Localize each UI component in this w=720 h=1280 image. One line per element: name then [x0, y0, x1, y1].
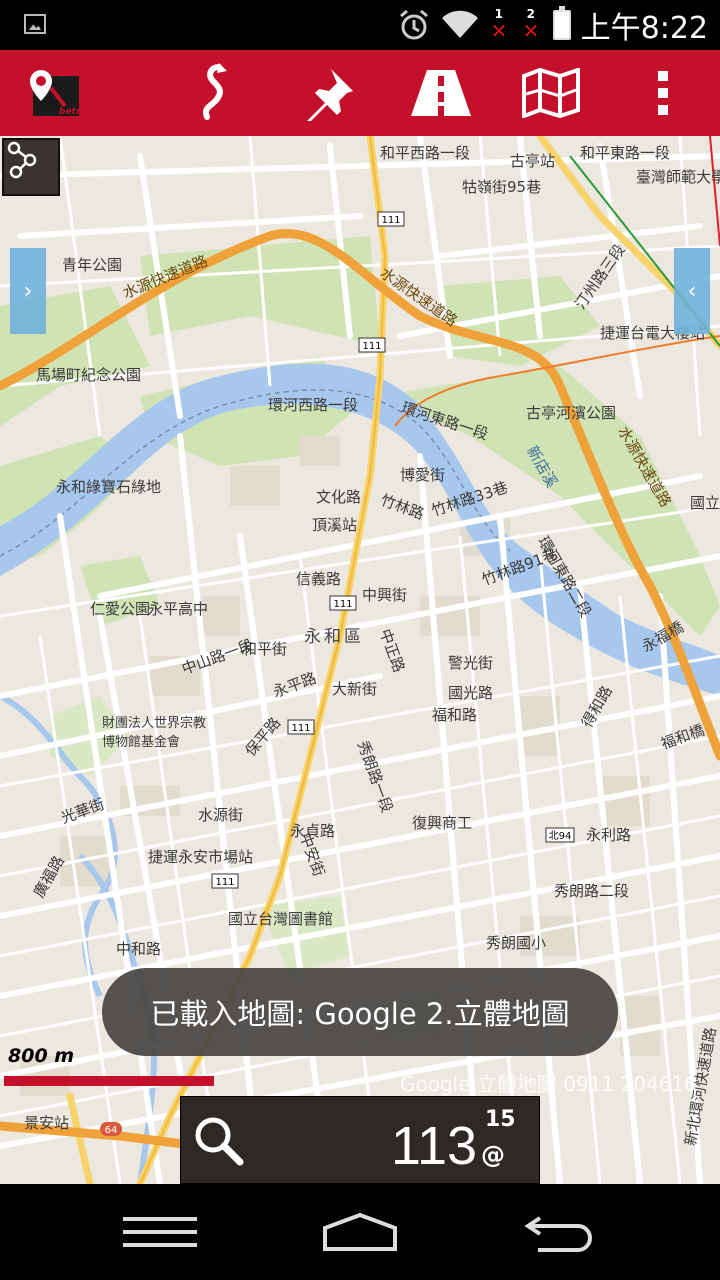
home-button[interactable]: [300, 1202, 420, 1262]
map-label: 臺灣師範大學: [636, 168, 720, 186]
map-label: 和平東路一段: [580, 144, 671, 162]
route-overlay-button[interactable]: [2, 138, 60, 196]
scale-label: 800 m: [8, 1045, 75, 1067]
battery-icon: [552, 6, 571, 40]
back-button[interactable]: [500, 1202, 620, 1262]
map-label: 博愛街: [400, 466, 446, 484]
map-label: 水源街: [198, 806, 244, 824]
map-label: 和平街: [242, 640, 288, 658]
map-label: 和平西路一段: [380, 144, 471, 162]
sim2-no-signal-icon: 2 ✕: [522, 7, 540, 43]
map-label: 信義路: [296, 570, 342, 588]
chevron-right-icon: ›: [23, 278, 33, 304]
pin-button[interactable]: [296, 60, 362, 126]
map-attribution: Google 立體地圖 0911 204616: [400, 1072, 697, 1096]
right-drawer-tab[interactable]: ‹: [674, 248, 710, 334]
route-icon: [203, 63, 227, 120]
pin-icon: [307, 69, 353, 121]
sim1-no-signal-icon: 1 ✕: [490, 7, 508, 43]
app-logo-text: beta: [59, 107, 81, 117]
map-label: 中和路: [116, 940, 162, 958]
overflow-menu-icon: [658, 71, 668, 115]
route-shield: 111: [362, 341, 381, 352]
map-label: 國立臺灣大學: [690, 494, 720, 512]
map-label: 財團法人世界宗教博物館基金會: [102, 716, 207, 750]
map-label: 國立台灣圖書館: [228, 910, 334, 928]
recent-apps-button[interactable]: [100, 1202, 220, 1262]
alarm-icon: [399, 9, 428, 40]
map-label: 青年公園: [62, 256, 123, 274]
overflow-menu-button[interactable]: [630, 60, 696, 126]
map-label: 古亭河濱公園: [526, 404, 617, 422]
map-label: 文化路: [316, 488, 362, 506]
share-route-icon: [7, 141, 37, 179]
image-icon: [24, 14, 46, 34]
route-shield: 111: [333, 599, 352, 610]
route-shield: 111: [291, 723, 310, 734]
map-label: 國光路: [448, 684, 494, 702]
map-label: 復興商工: [412, 814, 473, 832]
status-bar: 1 ✕ 2 ✕ 上午8:22: [0, 0, 720, 50]
map-button[interactable]: [518, 60, 584, 126]
route-shield: 北94: [549, 830, 572, 842]
route-shield: 64: [105, 1125, 118, 1136]
at-symbol: @: [481, 1141, 505, 1169]
map-icon: [522, 68, 580, 118]
status-icons: 1 ✕ 2 ✕ 上午8:22: [397, 0, 708, 50]
map-label: 環河西路一段: [268, 396, 359, 414]
map-label: 仁愛公園: [90, 600, 151, 618]
map-label: 秀朗國小: [486, 934, 547, 952]
route-shield: 111: [215, 877, 234, 888]
route-button[interactable]: [184, 60, 250, 126]
road-button[interactable]: [408, 60, 474, 126]
status-clock: 上午8:22: [580, 11, 708, 46]
left-drawer-tab[interactable]: ›: [10, 248, 46, 334]
map-label: 永利路: [586, 826, 632, 844]
map-label: 永平高中: [148, 600, 209, 618]
map-label: 警光街: [448, 654, 494, 672]
map-label: 馬場町紀念公園: [36, 366, 142, 384]
route-shield: 111: [381, 215, 400, 226]
home-icon: [323, 1212, 397, 1251]
search-icon[interactable]: [193, 1115, 245, 1167]
map-label: 景安站: [24, 1114, 70, 1132]
map-label: 古亭站: [510, 152, 556, 170]
scale-bar: [4, 1076, 214, 1086]
map-label: 秀朗路二段: [554, 882, 630, 900]
map-loaded-toast: 已載入地圖: Google 2.立體地圖: [102, 968, 618, 1056]
map-label: 福和路: [432, 706, 478, 724]
map-label: 捷運永安市場站: [148, 848, 254, 866]
road-icon: [411, 70, 471, 116]
info-panel[interactable]: 113 15 @: [180, 1096, 540, 1184]
map-label: 牯嶺街95巷: [462, 178, 542, 196]
recent-apps-icon: [123, 1217, 197, 1247]
map-label: 頂溪站: [312, 516, 358, 534]
map-label: 永和綠寶石綠地: [56, 478, 162, 496]
wifi-icon: [441, 10, 478, 39]
chevron-left-icon: ‹: [687, 278, 697, 304]
back-icon: [524, 1216, 592, 1252]
app-logo[interactable]: beta: [18, 60, 84, 126]
map-label: 大新街: [332, 680, 378, 698]
speed-value: 113: [391, 1116, 478, 1176]
district-label: 永和區: [304, 627, 364, 647]
map-label: 中興街: [362, 586, 408, 604]
system-nav-bar: [0, 1184, 720, 1280]
speed-superscript: 15: [485, 1107, 516, 1132]
app-toolbar: beta: [0, 50, 720, 137]
